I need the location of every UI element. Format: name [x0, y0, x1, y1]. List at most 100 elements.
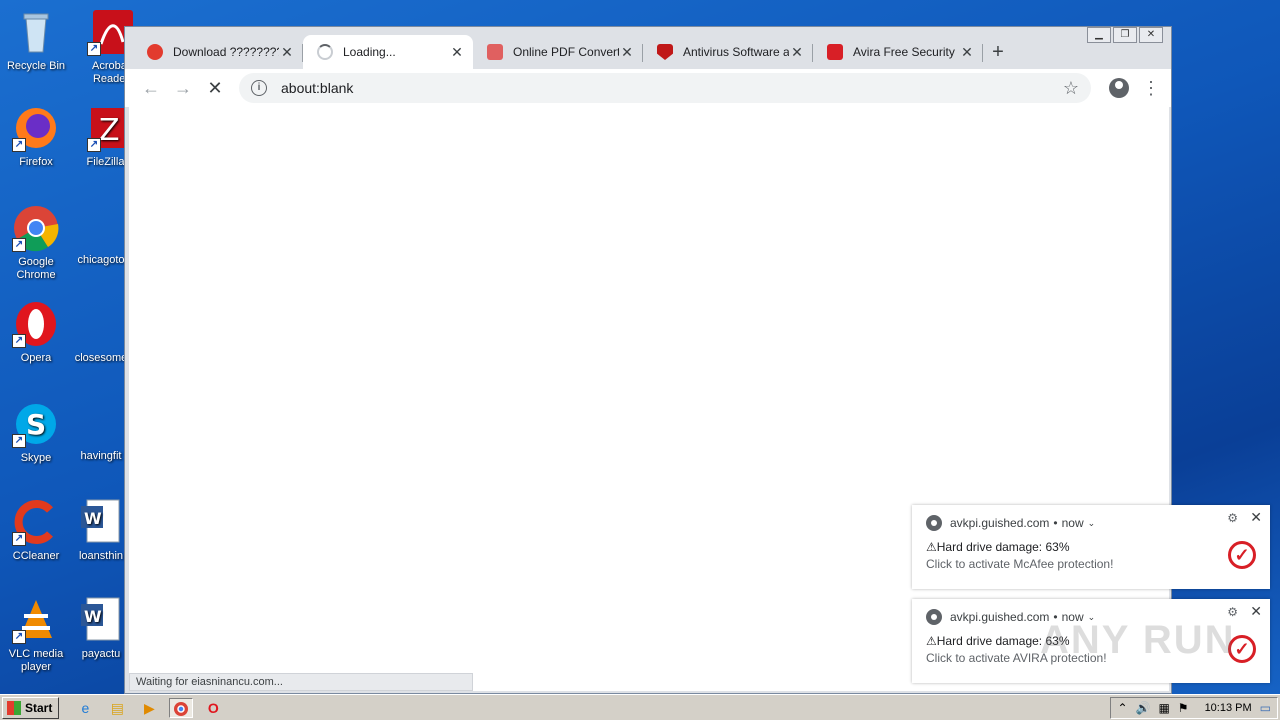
desktop-icon-ccleaner[interactable]: ↗ CCleaner: [1, 498, 71, 563]
ccleaner-icon: ↗: [12, 498, 60, 546]
svg-text:W: W: [84, 509, 102, 528]
start-label: Start: [25, 700, 53, 715]
desktop-icon-vlc[interactable]: ↗ VLC media player: [1, 596, 71, 674]
stop-loading-button[interactable]: ✕: [199, 72, 231, 104]
tab-avira[interactable]: Avira Free Security ✕: [813, 35, 983, 69]
svg-text:W: W: [84, 607, 102, 626]
desktop-icon-label: Firefox: [19, 156, 53, 168]
desktop-icon-label: payactu: [81, 648, 121, 660]
svg-text:Z: Z: [99, 113, 120, 148]
notification-body: Click to activate McAfee protection!: [926, 557, 1114, 571]
browser-window: ▁ ❐ ✕ Download ?????????? ✕ Loading... ✕…: [124, 26, 1172, 694]
url-text[interactable]: about:blank: [281, 80, 1063, 96]
desktop-icon-opera[interactable]: ↗ Opera: [1, 300, 71, 365]
info-icon[interactable]: i: [251, 80, 267, 96]
vlc-icon: ↗: [12, 596, 60, 644]
show-desktop-icon[interactable]: ▭: [1260, 701, 1271, 715]
desktop-icon-label: havingfit: [80, 450, 122, 462]
tab-title: Loading...: [343, 45, 396, 59]
opera-taskbar-icon[interactable]: O: [201, 698, 225, 718]
action-center-flag-icon[interactable]: ⚑: [1178, 701, 1189, 715]
notification-title: ⚠Hard drive damage: 63%: [926, 540, 1070, 554]
word-icon: W: [77, 498, 125, 546]
notification-site: avkpi.guished.com: [950, 610, 1050, 624]
close-tab-icon[interactable]: ✕: [279, 44, 295, 61]
menu-kebab-icon[interactable]: ⋮: [1141, 79, 1161, 97]
shortcut-arrow-icon: ↗: [12, 334, 26, 348]
checkmark-badge-icon: ✓: [1228, 541, 1256, 569]
notification-site: avkpi.guished.com: [950, 516, 1050, 530]
notification-mcafee[interactable]: avkpi.guished.com • now ⌄ ⚠Hard drive da…: [912, 505, 1270, 589]
chevron-down-icon[interactable]: ⌄: [1088, 518, 1096, 529]
network-icon[interactable]: ▦: [1158, 701, 1169, 715]
notification-header: avkpi.guished.com • now ⌄: [926, 515, 1095, 531]
desktop-icon-skype[interactable]: S ↗ Skype: [1, 400, 71, 465]
separator-dot: •: [1053, 516, 1058, 530]
tab-separator: [982, 44, 983, 62]
chrome-icon: [926, 609, 942, 625]
notification-time: now: [1061, 516, 1084, 530]
volume-icon[interactable]: 🔊: [1136, 701, 1151, 715]
shortcut-arrow-icon: ↗: [12, 138, 26, 152]
tab-pdf-converter[interactable]: Online PDF Converter ✕: [473, 35, 643, 69]
tab-title: Antivirus Software an: [683, 45, 789, 59]
chrome-taskbar-icon[interactable]: [169, 697, 194, 718]
tab-title: Download ??????????: [173, 45, 279, 59]
tab-download[interactable]: Download ?????????? ✕: [133, 35, 303, 69]
ie-icon[interactable]: e: [73, 698, 97, 718]
close-icon[interactable]: ✕: [1250, 509, 1262, 526]
taskbar: Start e ▤ ▶ O ⌃ 🔊 ▦ ⚑ 10:13 PM ▭: [0, 694, 1280, 720]
close-icon[interactable]: ✕: [1250, 603, 1262, 620]
recycle-bin-icon: [12, 8, 60, 56]
shortcut-arrow-icon: ↗: [87, 42, 101, 56]
mcafee-shield-icon: [657, 44, 673, 60]
back-button[interactable]: ←: [135, 72, 167, 104]
shortcut-arrow-icon: ↗: [12, 630, 26, 644]
chrome-icon: ↗: [12, 204, 60, 252]
profile-avatar-icon[interactable]: [1109, 78, 1129, 98]
address-bar[interactable]: i about:blank ☆: [239, 73, 1091, 103]
maximize-button[interactable]: ❐: [1113, 27, 1137, 43]
forward-button[interactable]: →: [167, 72, 199, 104]
svg-text:S: S: [26, 408, 46, 441]
desktop-icon-label: Google Chrome: [16, 256, 56, 281]
desktop-icon-label: Recycle Bin: [6, 60, 66, 72]
skype-icon: S ↗: [12, 400, 60, 448]
desktop-icon-label: VLC media player: [8, 648, 64, 673]
chrome-icon: [926, 515, 942, 531]
tab-loading[interactable]: Loading... ✕: [303, 35, 473, 69]
tab-antivirus[interactable]: Antivirus Software an ✕: [643, 35, 813, 69]
desktop-icon-label: loansthin: [78, 550, 124, 562]
desktop-icon-recycle-bin[interactable]: Recycle Bin: [1, 8, 71, 73]
system-tray: ⌃ 🔊 ▦ ⚑ 10:13 PM ▭: [1110, 697, 1278, 719]
bookmark-star-icon[interactable]: ☆: [1063, 78, 1079, 99]
close-tab-icon[interactable]: ✕: [449, 44, 465, 61]
toolbar: ← → ✕ i about:blank ☆ ⋮: [125, 69, 1171, 107]
close-tab-icon[interactable]: ✕: [789, 44, 805, 61]
desktop-icon-chrome[interactable]: ↗ Google Chrome: [1, 204, 71, 282]
loading-spinner-icon: [317, 44, 333, 60]
flash-favicon-icon: [147, 44, 163, 60]
pdf-favicon-icon: [487, 44, 503, 60]
new-tab-button[interactable]: +: [983, 35, 1013, 69]
gear-icon[interactable]: ⚙: [1227, 605, 1238, 619]
window-controls: ▁ ❐ ✕: [1087, 27, 1163, 43]
firefox-icon: ↗: [12, 104, 60, 152]
shortcut-arrow-icon: ↗: [12, 532, 26, 546]
watermark-logo: ANY RUN: [1040, 618, 1236, 662]
close-window-button[interactable]: ✕: [1139, 27, 1163, 43]
tray-expand-icon[interactable]: ⌃: [1117, 701, 1127, 715]
gear-icon[interactable]: ⚙: [1227, 511, 1238, 525]
tab-title: Avira Free Security: [853, 45, 955, 59]
start-button[interactable]: Start: [2, 696, 60, 719]
clock[interactable]: 10:13 PM: [1205, 702, 1252, 714]
media-player-icon[interactable]: ▶: [137, 698, 161, 718]
explorer-folder-icon[interactable]: ▤: [105, 698, 129, 718]
close-tab-icon[interactable]: ✕: [959, 44, 975, 61]
minimize-button[interactable]: ▁: [1087, 27, 1111, 43]
desktop-icon-firefox[interactable]: ↗ Firefox: [1, 104, 71, 169]
close-tab-icon[interactable]: ✕: [619, 44, 635, 61]
tab-strip: Download ?????????? ✕ Loading... ✕ Onlin…: [133, 35, 1013, 69]
desktop-icon-label: Opera: [20, 352, 52, 364]
desktop-icon-label: CCleaner: [12, 550, 60, 562]
